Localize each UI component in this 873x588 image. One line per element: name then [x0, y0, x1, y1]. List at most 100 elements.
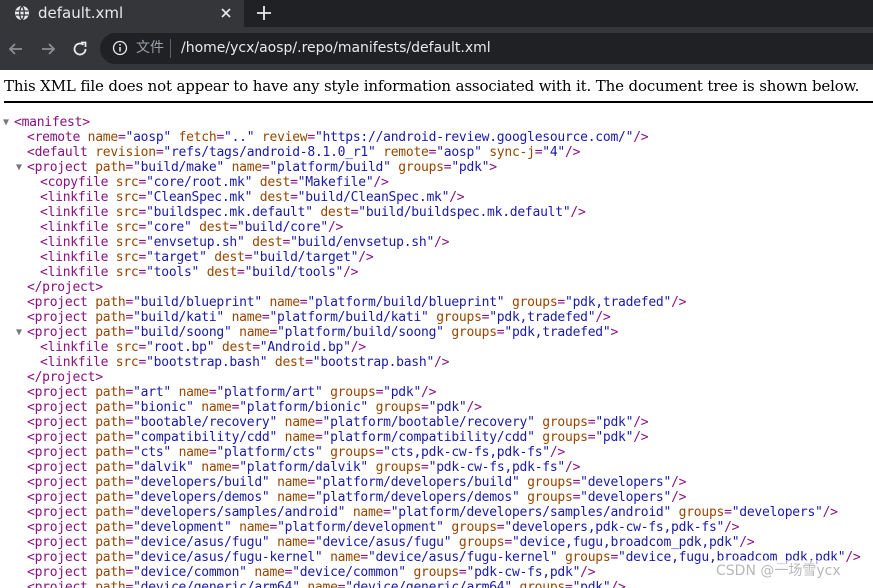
xml-equals: = — [125, 445, 134, 460]
xml-tag-end: /> — [434, 235, 450, 250]
back-arrow-icon[interactable] — [6, 39, 26, 59]
xml-attr-value: "core/root.mk" — [146, 175, 253, 190]
xml-attr-value: "platform/build/kati" — [269, 310, 429, 325]
xml-attr-name: groups — [511, 295, 558, 310]
xml-attr-value: "tools" — [146, 265, 200, 280]
xml-attr-value: "platform/cts" — [216, 445, 323, 460]
xml-tag-end: /> — [671, 490, 687, 505]
xml-attr-value: "developers/demos" — [133, 490, 270, 505]
xml-tag-end: /> — [633, 430, 649, 445]
xml-attr-value: "art" — [133, 385, 171, 400]
xml-attr-name: path — [95, 400, 126, 415]
xml-equals: = — [138, 250, 147, 265]
address-divider — [170, 39, 171, 58]
xml-attr-name: groups — [542, 415, 588, 430]
address-bar[interactable]: 文件 /home/ycx/aosp/.repo/manifests/defaul… — [100, 33, 873, 64]
xml-attr-value: "platform/developers/samples/android" — [390, 505, 672, 520]
xml-attr-name: dest — [206, 265, 238, 280]
xml-attr-name: name — [277, 490, 308, 505]
xml-tag-end: /> — [434, 355, 450, 370]
xml-attr-name: path — [95, 445, 126, 460]
xml-equals: = — [269, 325, 278, 340]
xml-tag: <project — [27, 445, 88, 460]
xml-attr-value: "Makefile" — [297, 175, 374, 190]
xml-tag: <project — [27, 400, 88, 415]
xml-tag-end: /> — [633, 415, 649, 430]
address-url[interactable]: /home/ycx/aosp/.repo/manifests/default.x… — [181, 39, 491, 58]
xml-tag: <linkfile — [40, 220, 109, 235]
xml-attr-name: path — [95, 565, 126, 580]
xml-attr-value: "platform/dalvik" — [239, 460, 368, 475]
xml-tag: <project — [27, 385, 88, 400]
xml-equals: = — [125, 490, 134, 505]
xml-attr-name: remote — [383, 145, 429, 160]
xml-equals: = — [458, 565, 467, 580]
xml-equals: = — [138, 235, 147, 250]
xml-attr-name: src — [115, 235, 139, 250]
xml-tag: <project — [27, 520, 88, 535]
xml-equals: = — [421, 460, 429, 475]
xml-attr-value: "pdk" — [451, 160, 490, 175]
xml-attr-value: "envsetup.sh" — [146, 235, 245, 250]
xml-attr-value: "pdk" — [595, 430, 634, 445]
xml-tag-end: /> — [580, 565, 596, 580]
info-icon[interactable] — [112, 40, 128, 56]
xml-line: </project> — [0, 370, 873, 385]
xml-attr-name: dest — [259, 190, 291, 205]
xml-attr-value: "build/soong" — [133, 325, 232, 340]
xml-attr-name: path — [95, 550, 126, 565]
xml-attr-value: "build/buildspec.mk.default" — [358, 205, 571, 220]
xml-attr-value: "platform/developers/demos" — [314, 490, 520, 505]
tab-default-xml[interactable]: default.xml — [0, 0, 244, 27]
xml-attr-value: "platform/build/blueprint" — [307, 295, 505, 310]
forward-arrow-icon[interactable] — [38, 39, 58, 59]
xml-equals: = — [117, 130, 126, 145]
xml-attr-value: "platform/bootable/recovery" — [322, 415, 535, 430]
xml-equals: = — [314, 415, 323, 430]
xml-line: <project path="developers/build" name="p… — [0, 475, 873, 490]
xml-line: <project path="dalvik" name="platform/da… — [0, 460, 873, 475]
xml-attr-value: "development" — [133, 520, 232, 535]
xml-attr-name: path — [95, 475, 126, 490]
xml-tag-end: /> — [724, 520, 740, 535]
xml-tag-end: /> — [570, 205, 586, 220]
xml-attr-value: "device/common" — [133, 565, 247, 580]
xml-attr-name: revision — [95, 145, 156, 160]
xml-attr-value: "pdk,tradefed" — [489, 310, 596, 325]
xml-attr-value: "bootable/recovery" — [133, 415, 278, 430]
xml-attr-name: groups — [519, 580, 566, 588]
collapse-toggle-icon[interactable]: ▼ — [16, 160, 22, 175]
xml-tag: <linkfile — [40, 355, 109, 370]
xml-tag: <linkfile — [40, 250, 109, 265]
xml-line: <project path="build/blueprint" name="pl… — [0, 295, 873, 310]
xml-line: ▼ <project path="build/soong" name="platf… — [0, 325, 873, 340]
xml-tag: <project — [27, 310, 88, 325]
browser-toolbar: 文件 /home/ycx/aosp/.repo/manifests/defaul… — [0, 27, 873, 70]
xml-line: <default revision="refs/tags/android-8.1… — [0, 145, 873, 160]
close-tab-icon[interactable] — [218, 5, 234, 21]
xml-attr-name: groups — [451, 520, 497, 535]
xml-attr-name: dest — [259, 175, 291, 190]
xml-attr-name: src — [115, 250, 139, 265]
xml-attr-value: "build/envsetup.sh" — [290, 235, 435, 250]
xml-equals: = — [282, 235, 291, 250]
xml-attr-value: "platform/bionic" — [239, 400, 368, 415]
xml-attr-name: name — [284, 415, 316, 430]
notice-divider — [4, 101, 873, 103]
xml-attr-value: "pdk" — [428, 400, 467, 415]
xml-line: <linkfile src="buildspec.mk.default" des… — [0, 205, 873, 220]
xml-tag-end: /> — [327, 220, 344, 235]
xml-attr-value: "device/asus/fugu" — [314, 535, 452, 550]
xml-equals: = — [125, 475, 134, 490]
xml-tag: <linkfile — [40, 205, 109, 220]
xml-attr-name: src — [115, 355, 139, 370]
reload-icon[interactable] — [70, 39, 90, 59]
new-tab-icon[interactable] — [255, 4, 273, 22]
xml-tag: <linkfile — [40, 265, 109, 280]
xml-attr-name: src — [115, 190, 139, 205]
xml-attr-name: name — [178, 445, 210, 460]
collapse-toggle-icon[interactable]: ▼ — [16, 325, 22, 340]
xml-attr-value: "build/target" — [252, 250, 359, 265]
xml-tag-end: /> — [633, 130, 649, 145]
collapse-toggle-icon[interactable]: ▼ — [3, 115, 9, 130]
